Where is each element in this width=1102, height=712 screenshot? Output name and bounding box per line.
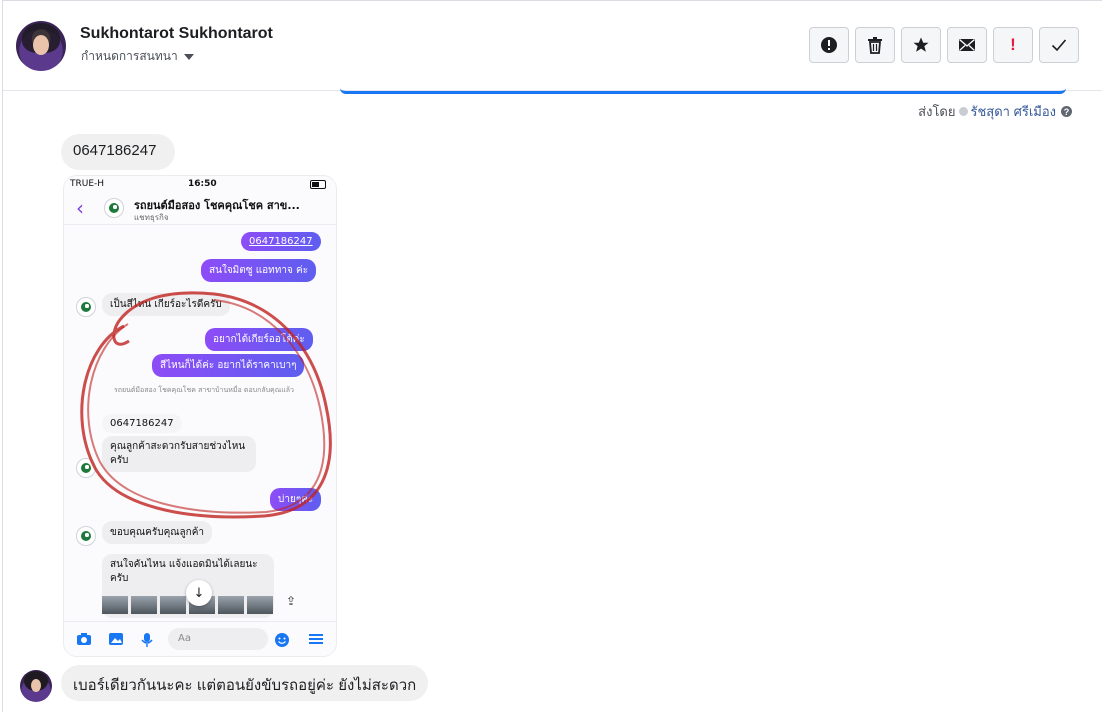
page-logo-icon	[76, 458, 96, 478]
delete-button[interactable]	[855, 27, 895, 63]
shared-screenshot-image[interactable]: TRUE-H 16:50 ‹ รถยนต์มือสอง โชคคุณโชค สา…	[63, 175, 337, 657]
contact-avatar-small[interactable]	[20, 670, 52, 702]
frame-left-border	[2, 0, 3, 712]
contact-avatar[interactable]	[16, 21, 66, 71]
phone-time: 16:50	[188, 179, 217, 189]
sender-avatar-icon	[958, 107, 968, 116]
sent-by-prefix: ส่งโดย	[918, 104, 956, 119]
sent-by-info: ส่งโดย รัชสุดา ศรีเมือง ?	[918, 101, 1072, 122]
star-button[interactable]	[901, 27, 941, 63]
exclamation-icon: !	[1010, 35, 1016, 54]
phone-message-input: Aa	[168, 628, 268, 650]
phone-msg-out: 0647186247	[241, 232, 321, 251]
message-text: 0647186247	[73, 142, 157, 159]
share-icon: ⇪	[286, 594, 297, 608]
phone-msg-out: บ่ายๆค่ะ	[270, 488, 322, 511]
mark-unread-button[interactable]	[947, 27, 987, 63]
phone-reply-note: รถยนต์มือสอง โชคคุณโชค สาขาบ้านหมื่อ ตอบ…	[114, 386, 294, 394]
help-icon[interactable]: ?	[1061, 106, 1072, 117]
phone-msg-in: คุณลูกค้าสะดวกรับสายช่วงไหนครับ	[102, 436, 256, 472]
message-bubble-phone[interactable]: 0647186247	[61, 134, 175, 170]
contact-name[interactable]: Sukhontarot Sukhontarot	[80, 25, 273, 43]
envelope-icon	[959, 38, 975, 51]
battery-icon	[310, 180, 326, 189]
scroll-down-icon: ↓	[186, 580, 212, 606]
page-logo-icon	[76, 526, 96, 546]
emoji-icon	[275, 633, 289, 647]
message-text: เบอร์เดียวกันนะคะ แต่ตอนยังขับรถอยู่ค่ะ …	[73, 677, 417, 694]
page-logo-icon	[104, 198, 124, 218]
mark-done-button[interactable]	[1039, 27, 1079, 63]
back-chevron-icon: ‹	[76, 196, 84, 220]
photo-icon	[109, 633, 123, 645]
phone-quoted-msg: 0647186247	[102, 414, 182, 433]
menu-icon	[309, 634, 323, 644]
phone-msg-out: สนใจมิตซู แอททาจ ค่ะ	[201, 259, 317, 282]
phone-msg-out: สีไหนก็ได้ค่ะ อยากได้ราคาเบาๆ	[152, 354, 305, 377]
checkmark-icon	[1051, 39, 1067, 52]
trash-icon	[868, 37, 882, 54]
report-button[interactable]	[809, 27, 849, 63]
page-logo-icon	[76, 297, 96, 317]
phone-status-bar: TRUE-H 16:50	[64, 176, 336, 192]
phone-chat-header: ‹ รถยนต์มือสอง โชคคุณโชค สาข... แชทธุรกิ…	[64, 192, 336, 225]
phone-msg-out: อยากได้เกียร์ออโต้ค่ะ	[205, 328, 313, 351]
header-actions: !	[809, 27, 1079, 63]
conversation-header: Sukhontarot Sukhontarot กำหนดการสนทนา !	[3, 1, 1102, 91]
camera-icon	[77, 633, 91, 645]
phone-msg-in: ขอบคุณครับคุณลูกค้า	[102, 521, 213, 544]
caret-down-icon	[183, 54, 194, 60]
sender-name[interactable]: รัชสุดา ศรีเมือง	[971, 101, 1057, 122]
alert-circle-icon	[821, 37, 837, 53]
phone-msg-in: เป็นสีไหน เกียร์อะไรดีครับ	[102, 293, 230, 316]
assign-conversation-dropdown[interactable]: กำหนดการสนทนา	[81, 47, 194, 66]
microphone-icon	[141, 633, 153, 647]
star-icon	[913, 37, 929, 52]
message-bubble-last[interactable]: เบอร์เดียวกันนะคะ แต่ตอนยังขับรถอยู่ค่ะ …	[61, 665, 429, 701]
phone-carrier: TRUE-H	[70, 179, 105, 189]
follow-up-button[interactable]: !	[993, 27, 1033, 63]
previous-message-bubble-edge	[340, 88, 1066, 94]
assign-conversation-label: กำหนดการสนทนา	[81, 49, 178, 63]
phone-chat-subtitle: แชทธุรกิจ	[134, 213, 169, 222]
phone-composer: Aa	[64, 621, 336, 656]
